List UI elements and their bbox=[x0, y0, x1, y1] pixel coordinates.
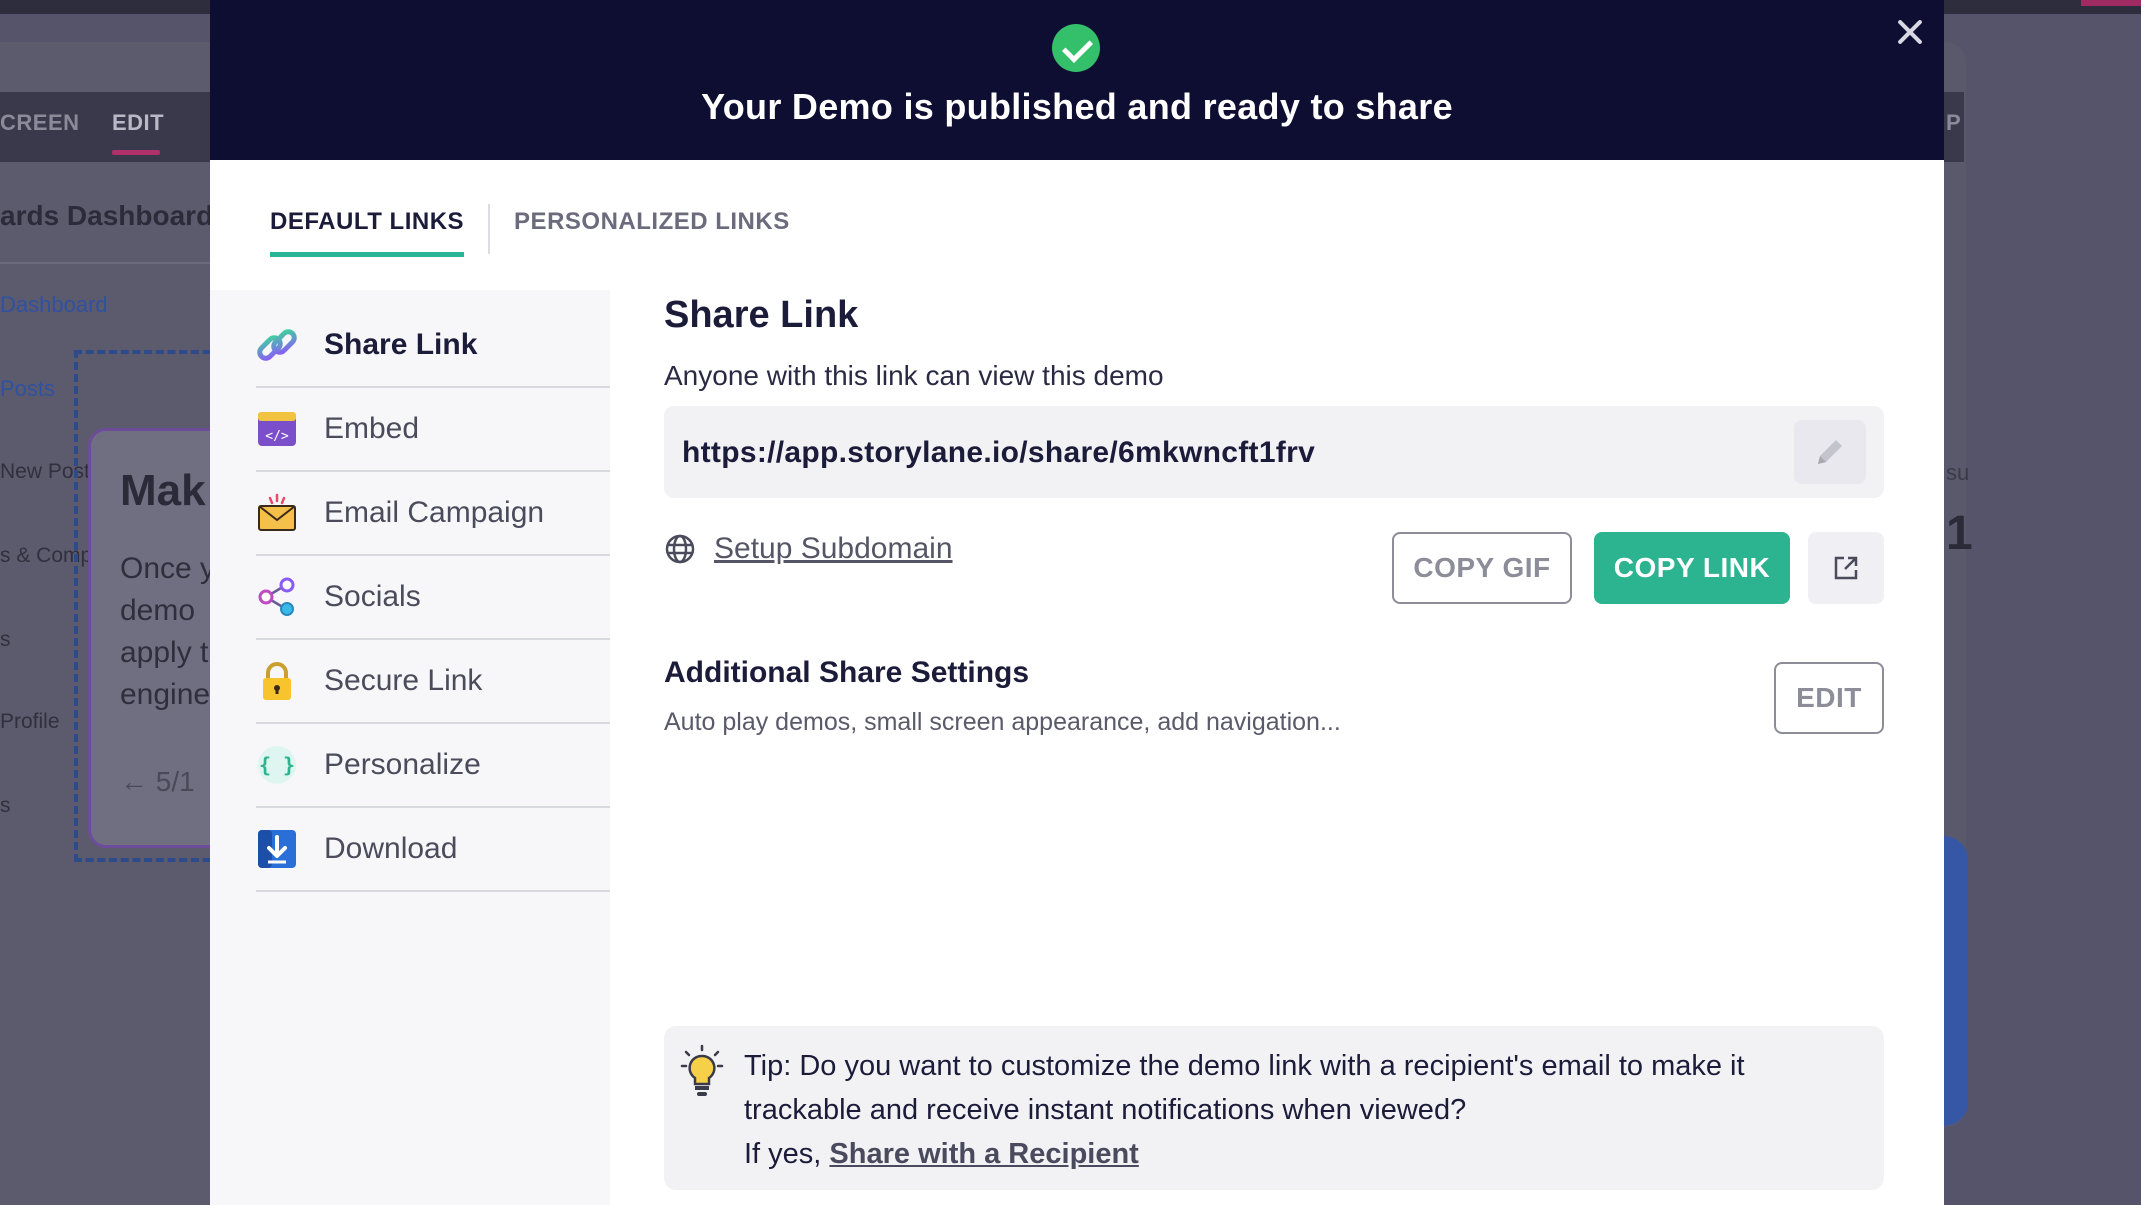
background-card-line: apply t bbox=[120, 636, 209, 669]
share-url[interactable]: https://app.storylane.io/share/6mkwncft1… bbox=[682, 436, 1315, 470]
pencil-icon bbox=[1818, 440, 1842, 464]
download-icon bbox=[256, 828, 298, 870]
lock-icon bbox=[256, 660, 298, 702]
background-tab-screen: CREEN bbox=[0, 110, 80, 135]
menu-item-download[interactable]: Download bbox=[256, 808, 610, 892]
menu-item-label: Embed bbox=[324, 412, 420, 445]
tip-box: Tip: Do you want to customize the demo l… bbox=[664, 1026, 1884, 1190]
copy-link-button[interactable]: COPY LINK bbox=[1594, 532, 1790, 604]
svg-text:{ }: { } bbox=[259, 753, 295, 777]
menu-item-email-campaign[interactable]: Email Campaign bbox=[256, 472, 610, 556]
menu-item-label: Download bbox=[324, 832, 458, 865]
share-modal: Your Demo is published and ready to shar… bbox=[210, 0, 1944, 1205]
background-card-nav-count: 5/1 bbox=[155, 766, 195, 797]
curly-braces-icon: { } bbox=[256, 744, 298, 786]
share-nodes-icon bbox=[256, 576, 298, 618]
tip-text: Tip: Do you want to customize the demo l… bbox=[744, 1044, 1864, 1176]
background-right-text: P bbox=[1946, 110, 1961, 135]
setup-subdomain-label[interactable]: Setup Subdomain bbox=[714, 532, 953, 566]
link-icon bbox=[256, 324, 298, 366]
background-card-line: engine bbox=[120, 678, 211, 711]
setup-subdomain-link[interactable]: Setup Subdomain bbox=[664, 532, 953, 566]
tab-separator bbox=[488, 204, 491, 254]
menu-item-label: Email Campaign bbox=[324, 496, 545, 529]
background-title: ards Dashboard bbox=[0, 200, 214, 231]
share-url-field[interactable]: https://app.storylane.io/share/6mkwncft1… bbox=[664, 406, 1884, 498]
menu-item-label: Socials bbox=[324, 580, 421, 613]
edit-url-button[interactable] bbox=[1794, 420, 1866, 484]
modal-header: Your Demo is published and ready to shar… bbox=[210, 0, 1944, 160]
background-card-title: Mak bbox=[120, 466, 206, 515]
share-with-recipient-link[interactable]: Share with a Recipient bbox=[829, 1138, 1138, 1170]
background-link-posts: Posts bbox=[0, 376, 56, 401]
lightbulb-icon bbox=[680, 1044, 724, 1096]
globe-icon bbox=[665, 534, 695, 564]
background-tab-edit: EDIT bbox=[112, 110, 165, 135]
menu-item-label: Secure Link bbox=[324, 664, 483, 697]
background-tab-underline bbox=[112, 150, 160, 155]
tab-default-links[interactable]: DEFAULT LINKS bbox=[270, 208, 465, 257]
menu-item-label: Share Link bbox=[324, 328, 478, 361]
success-check-icon bbox=[1052, 24, 1100, 72]
background-right-text: 1 bbox=[1946, 507, 1973, 560]
additional-settings-subtitle: Auto play demos, small screen appearance… bbox=[664, 708, 1341, 736]
background-link-dashboard: Dashboard bbox=[0, 292, 108, 317]
menu-item-socials[interactable]: Socials bbox=[256, 556, 610, 640]
close-icon[interactable] bbox=[1890, 12, 1930, 52]
background-card-nav: ← 5/1 bbox=[120, 766, 195, 797]
modal-title: Your Demo is published and ready to shar… bbox=[701, 86, 1453, 127]
tab-personalized-links[interactable]: PERSONALIZED LINKS bbox=[514, 208, 790, 252]
menu-item-personalize[interactable]: { } Personalize bbox=[256, 724, 610, 808]
menu-item-label: Personalize bbox=[324, 748, 481, 781]
copy-gif-button[interactable]: COPY GIF bbox=[1392, 532, 1572, 604]
external-link-icon bbox=[1834, 556, 1858, 580]
menu-item-share-link[interactable]: Share Link bbox=[256, 304, 610, 388]
additional-settings-title: Additional Share Settings bbox=[664, 656, 1030, 689]
background-divider bbox=[0, 262, 220, 264]
tip-prefix: If yes, bbox=[744, 1138, 830, 1170]
edit-settings-button[interactable]: EDIT bbox=[1774, 662, 1884, 734]
link-tabs: DEFAULT LINKS PERSONALIZED LINKS bbox=[270, 204, 790, 262]
share-menu: Share Link </> Embed Email Campaign Soci… bbox=[210, 290, 610, 1205]
email-icon bbox=[256, 492, 298, 534]
section-title: Share Link bbox=[664, 294, 859, 336]
open-link-button[interactable] bbox=[1808, 532, 1884, 604]
background-sidebar-item: s bbox=[0, 794, 11, 817]
section-subtitle: Anyone with this link can view this demo bbox=[664, 360, 1164, 391]
background-accent-bar bbox=[2081, 0, 2141, 6]
background-card-line: demo bbox=[120, 594, 196, 627]
background-card-line: Once y bbox=[120, 552, 216, 585]
tip-message: Tip: Do you want to customize the demo l… bbox=[744, 1050, 1745, 1126]
background-sidebar-item: s bbox=[0, 628, 11, 651]
embed-code-icon: </> bbox=[256, 408, 298, 450]
svg-text:</>: </> bbox=[265, 429, 289, 444]
background-sidebar-item: Profile bbox=[0, 710, 60, 733]
background-right-text: su bbox=[1946, 460, 1970, 485]
background-blue-shape bbox=[1944, 836, 1968, 1126]
menu-item-secure-link[interactable]: Secure Link bbox=[256, 640, 610, 724]
menu-item-embed[interactable]: </> Embed bbox=[256, 388, 610, 472]
